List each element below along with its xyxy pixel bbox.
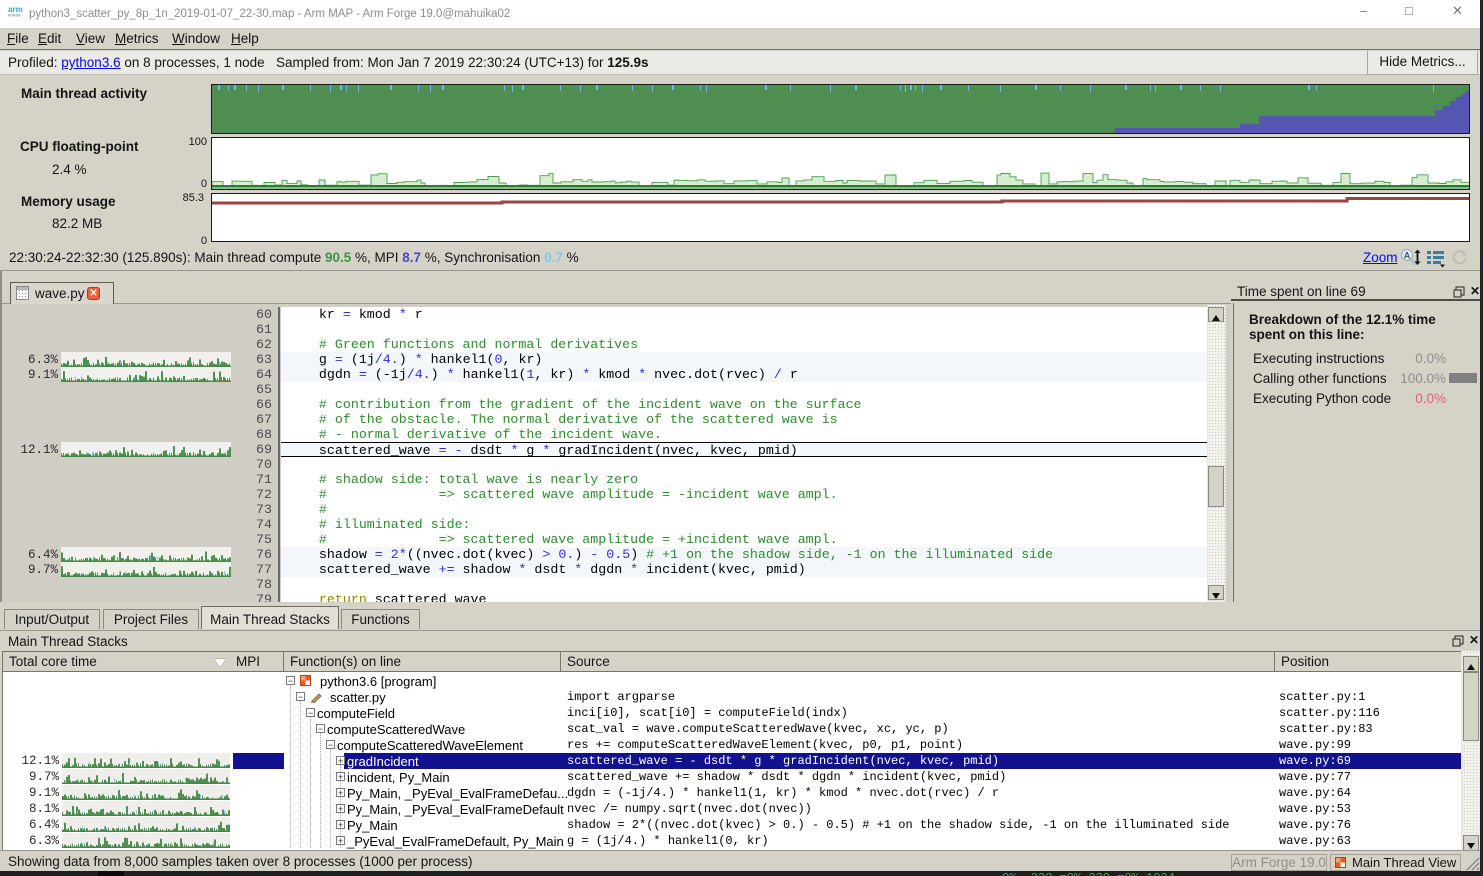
svg-text:A: A bbox=[1404, 251, 1411, 261]
